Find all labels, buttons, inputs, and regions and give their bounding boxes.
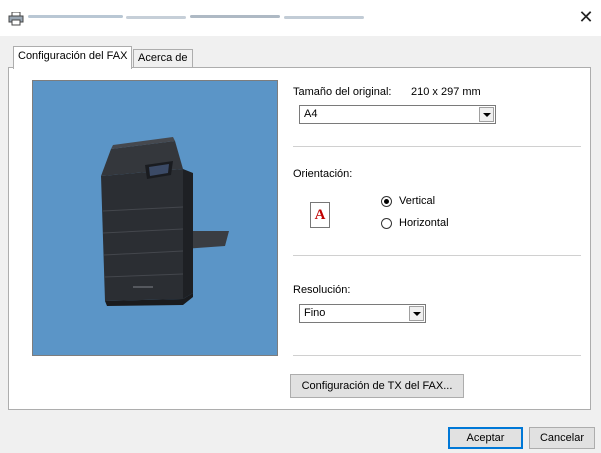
tab-fax-settings[interactable]: Configuración del FAX — [13, 46, 133, 69]
cancel-button[interactable]: Cancelar — [529, 427, 595, 449]
tab-label: Configuración del FAX — [18, 50, 128, 62]
orientation-preview-icon: A — [310, 202, 330, 228]
ok-button-label: Aceptar — [466, 432, 505, 444]
vertical-radio[interactable] — [381, 196, 392, 207]
redacted-title-segment — [28, 15, 123, 18]
divider — [293, 255, 581, 256]
ok-button[interactable]: Aceptar — [448, 427, 523, 449]
printer-device-illustration — [101, 137, 229, 306]
printer-icon — [8, 12, 24, 26]
resolution-label: Resolución: — [293, 284, 351, 296]
fax-tx-settings-label: Configuración de TX del FAX... — [301, 380, 453, 392]
original-size-select[interactable]: A4 — [299, 105, 496, 124]
redacted-title-segment — [126, 16, 186, 19]
divider — [293, 146, 581, 147]
horizontal-radio-label[interactable]: Horizontal — [399, 217, 449, 229]
redacted-title-segment — [284, 16, 364, 19]
close-icon: ✕ — [578, 7, 594, 28]
original-size-value: A4 — [304, 108, 318, 120]
chevron-down-icon[interactable] — [479, 107, 494, 122]
original-size-dimensions: 210 x 297 mm — [411, 86, 481, 98]
original-size-label: Tamaño del original: — [293, 86, 392, 98]
resolution-value: Fino — [304, 307, 326, 319]
orientation-letter: A — [314, 207, 326, 223]
title-bar: ✕ — [0, 0, 601, 36]
vertical-radio-label[interactable]: Vertical — [399, 195, 435, 207]
cancel-button-label: Cancelar — [539, 432, 585, 444]
close-button[interactable]: ✕ — [571, 0, 601, 36]
window-title-redacted — [28, 10, 368, 26]
orientation-label: Orientación: — [293, 168, 353, 180]
chevron-down-icon[interactable] — [409, 306, 424, 321]
horizontal-radio[interactable] — [381, 218, 392, 229]
fax-settings-panel: Tamaño del original: 210 x 297 mm A4 Ori… — [8, 67, 591, 410]
device-preview — [32, 80, 278, 356]
fax-tx-settings-button[interactable]: Configuración de TX del FAX... — [290, 374, 464, 398]
redacted-title-segment — [190, 15, 280, 18]
resolution-select[interactable]: Fino — [299, 304, 426, 323]
tab-about[interactable]: Acerca de — [133, 49, 193, 67]
divider — [293, 355, 581, 356]
tab-label: Acerca de — [138, 52, 188, 64]
